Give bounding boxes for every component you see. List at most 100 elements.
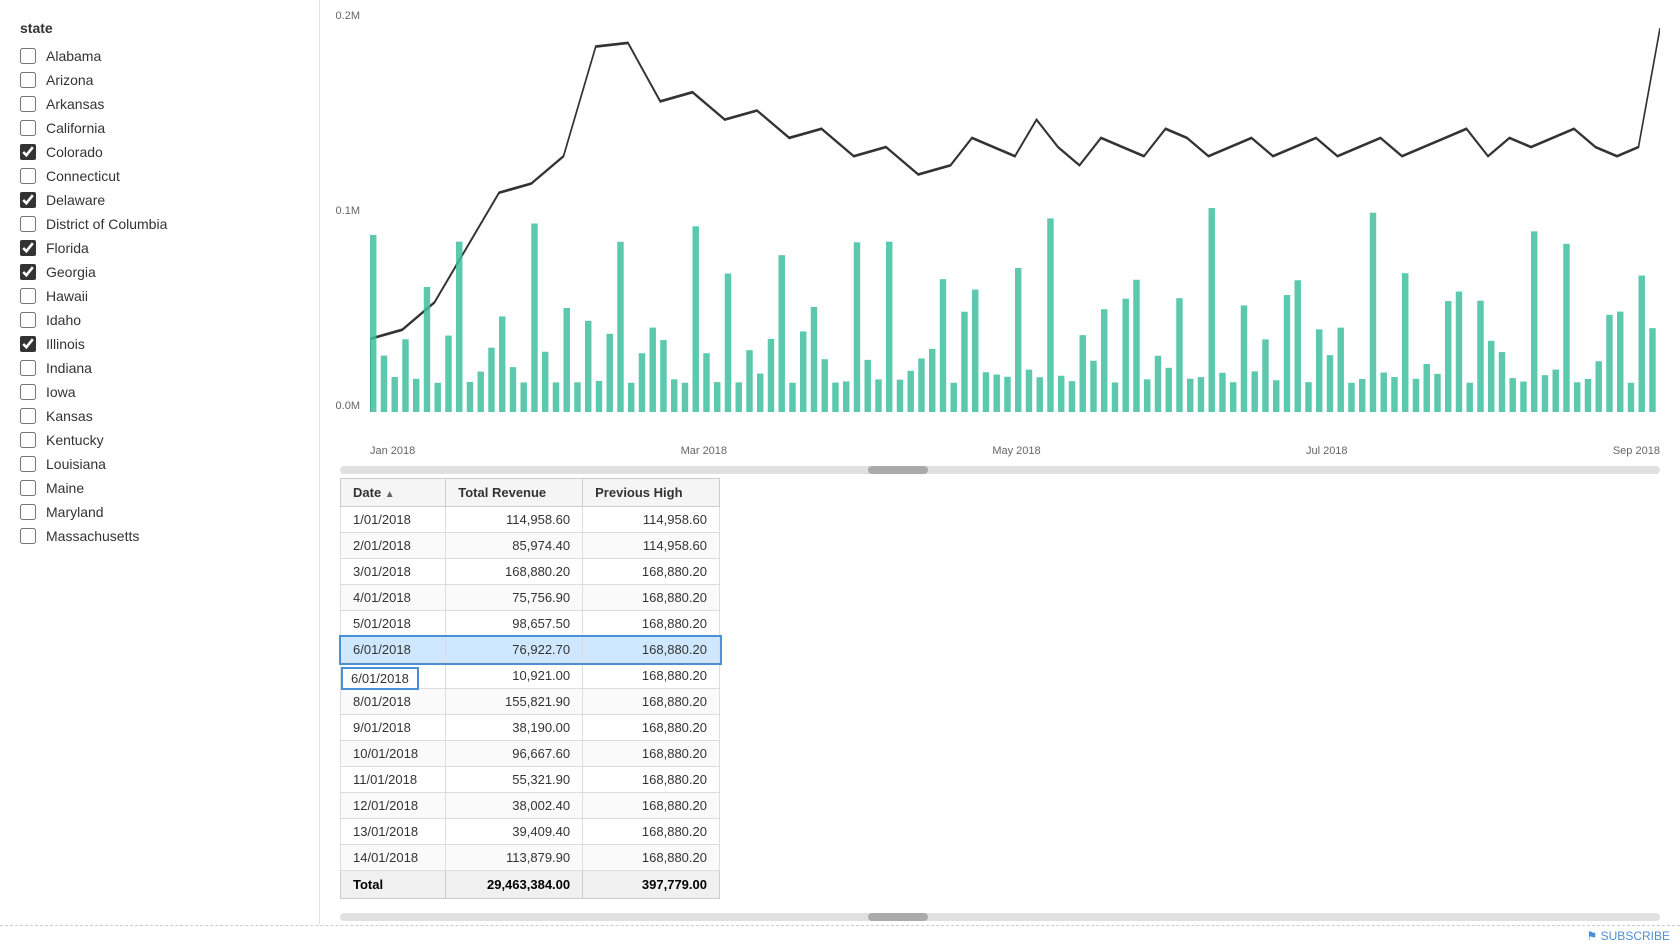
checkbox-item-georgia[interactable]: Georgia <box>20 264 299 280</box>
checkbox-item-indiana[interactable]: Indiana <box>20 360 299 376</box>
checkbox-label-delaware: Delaware <box>46 192 105 208</box>
checkbox-label-district-of-columbia: District of Columbia <box>46 216 167 232</box>
col-header-date[interactable]: Date ▲ <box>341 479 446 507</box>
cell-prev-high: 168,880.20 <box>583 611 720 637</box>
checkbox-item-kentucky[interactable]: Kentucky <box>20 432 299 448</box>
col-header-prev-high[interactable]: Previous High <box>583 479 720 507</box>
table-row[interactable]: 4/01/201875,756.90168,880.20 <box>341 585 720 611</box>
checkbox-item-louisiana[interactable]: Louisiana <box>20 456 299 472</box>
state-filter-sidebar: state Alabama Arizona Arkansas California Co… <box>0 0 320 925</box>
cell-date[interactable]: 4/01/2018 <box>341 585 446 611</box>
checkbox-item-colorado[interactable]: Colorado <box>20 144 299 160</box>
checkbox-item-arkansas[interactable]: Arkansas <box>20 96 299 112</box>
checkbox-maryland[interactable] <box>20 504 36 520</box>
cell-date[interactable]: 13/01/2018 <box>341 819 446 845</box>
checkbox-item-alabama[interactable]: Alabama <box>20 48 299 64</box>
checkbox-massachusetts[interactable] <box>20 528 36 544</box>
checkbox-item-hawaii[interactable]: Hawaii <box>20 288 299 304</box>
cell-date[interactable]: 1/01/2018 <box>341 507 446 533</box>
cell-prev-high: 168,880.20 <box>583 793 720 819</box>
table-row[interactable]: 2/01/201885,974.40114,958.60 <box>341 533 720 559</box>
cell-date[interactable]: 11/01/2018 <box>341 767 446 793</box>
checkbox-item-california[interactable]: California <box>20 120 299 136</box>
checkbox-kentucky[interactable] <box>20 432 36 448</box>
cell-prev-high: 168,880.20 <box>583 663 720 689</box>
checkbox-hawaii[interactable] <box>20 288 36 304</box>
table-scrollbar[interactable] <box>320 909 1680 925</box>
checkbox-label-kansas: Kansas <box>46 408 93 424</box>
checkbox-florida[interactable] <box>20 240 36 256</box>
y-label-top: 0.2M <box>320 10 360 22</box>
table-header-row: Date ▲ Total Revenue Previous High <box>341 479 720 507</box>
checkbox-label-idaho: Idaho <box>46 312 81 328</box>
checkbox-idaho[interactable] <box>20 312 36 328</box>
cell-revenue: 114,958.60 <box>446 507 583 533</box>
checkbox-item-maine[interactable]: Maine <box>20 480 299 496</box>
sidebar-title: state <box>20 20 299 36</box>
checkbox-item-delaware[interactable]: Delaware <box>20 192 299 208</box>
col-header-revenue[interactable]: Total Revenue <box>446 479 583 507</box>
checkbox-item-connecticut[interactable]: Connecticut <box>20 168 299 184</box>
chart-scrollbar[interactable] <box>320 462 1680 478</box>
checkbox-item-district-of-columbia[interactable]: District of Columbia <box>20 216 299 232</box>
cell-date[interactable]: 9/01/2018 <box>341 715 446 741</box>
checkbox-colorado[interactable] <box>20 144 36 160</box>
checkbox-arizona[interactable] <box>20 72 36 88</box>
table-row[interactable]: 1/01/2018114,958.60114,958.60 <box>341 507 720 533</box>
checkbox-maine[interactable] <box>20 480 36 496</box>
cell-date[interactable]: 6/01/20186/01/2018 <box>341 637 446 663</box>
table-row[interactable]: 9/01/201838,190.00168,880.20 <box>341 715 720 741</box>
cell-date[interactable]: 2/01/2018 <box>341 533 446 559</box>
subscribe-icon[interactable]: ⚑ SUBSCRIBE <box>1587 929 1670 943</box>
checkbox-item-iowa[interactable]: Iowa <box>20 384 299 400</box>
checkbox-item-florida[interactable]: Florida <box>20 240 299 256</box>
cell-prev-high: 114,958.60 <box>583 533 720 559</box>
checkbox-georgia[interactable] <box>20 264 36 280</box>
checkbox-label-california: California <box>46 120 105 136</box>
checkbox-item-kansas[interactable]: Kansas <box>20 408 299 424</box>
checkbox-iowa[interactable] <box>20 384 36 400</box>
table-row[interactable]: 11/01/201855,321.90168,880.20 <box>341 767 720 793</box>
checkbox-district-of-columbia[interactable] <box>20 216 36 232</box>
y-label-bot: 0.0M <box>320 400 360 412</box>
footer-label: Total <box>341 871 446 899</box>
cell-date[interactable]: 5/01/2018 <box>341 611 446 637</box>
cell-revenue: 55,321.90 <box>446 767 583 793</box>
x-label-jul: Jul 2018 <box>1306 445 1348 457</box>
checkbox-kansas[interactable] <box>20 408 36 424</box>
checkbox-item-idaho[interactable]: Idaho <box>20 312 299 328</box>
table-row[interactable]: 3/01/2018168,880.20168,880.20 <box>341 559 720 585</box>
table-row[interactable]: 8/01/2018155,821.90168,880.20 <box>341 689 720 715</box>
checkbox-item-massachusetts[interactable]: Massachusetts <box>20 528 299 544</box>
table-row[interactable]: 13/01/201839,409.40168,880.20 <box>341 819 720 845</box>
cell-date[interactable]: 12/01/2018 <box>341 793 446 819</box>
checkbox-connecticut[interactable] <box>20 168 36 184</box>
footer-total-prev-high: 397,779.00 <box>583 871 720 899</box>
checkbox-alabama[interactable] <box>20 48 36 64</box>
checkbox-louisiana[interactable] <box>20 456 36 472</box>
cell-revenue: 168,880.20 <box>446 559 583 585</box>
cell-date[interactable]: 14/01/2018 <box>341 845 446 871</box>
table-row[interactable]: 6/01/20186/01/201876,922.70168,880.20 <box>341 637 720 663</box>
bar-chart-svg <box>370 10 1660 412</box>
cell-date[interactable]: 8/01/2018 <box>341 689 446 715</box>
cell-date[interactable]: 3/01/2018 <box>341 559 446 585</box>
checkbox-illinois[interactable] <box>20 336 36 352</box>
checkbox-arkansas[interactable] <box>20 96 36 112</box>
checkbox-item-maryland[interactable]: Maryland <box>20 504 299 520</box>
table-row[interactable]: 14/01/2018113,879.90168,880.20 <box>341 845 720 871</box>
table-row[interactable]: 12/01/201838,002.40168,880.20 <box>341 793 720 819</box>
checkbox-item-illinois[interactable]: Illinois <box>20 336 299 352</box>
cell-revenue: 75,756.90 <box>446 585 583 611</box>
table-row[interactable]: 10/01/201896,667.60168,880.20 <box>341 741 720 767</box>
checkbox-california[interactable] <box>20 120 36 136</box>
checkbox-indiana[interactable] <box>20 360 36 376</box>
x-label-may: May 2018 <box>992 445 1040 457</box>
checkbox-item-arizona[interactable]: Arizona <box>20 72 299 88</box>
cell-revenue: 98,657.50 <box>446 611 583 637</box>
cell-date[interactable]: 10/01/2018 <box>341 741 446 767</box>
cell-prev-high: 168,880.20 <box>583 845 720 871</box>
table-row[interactable]: 5/01/201898,657.50168,880.20 <box>341 611 720 637</box>
checkbox-delaware[interactable] <box>20 192 36 208</box>
cell-prev-high: 168,880.20 <box>583 689 720 715</box>
